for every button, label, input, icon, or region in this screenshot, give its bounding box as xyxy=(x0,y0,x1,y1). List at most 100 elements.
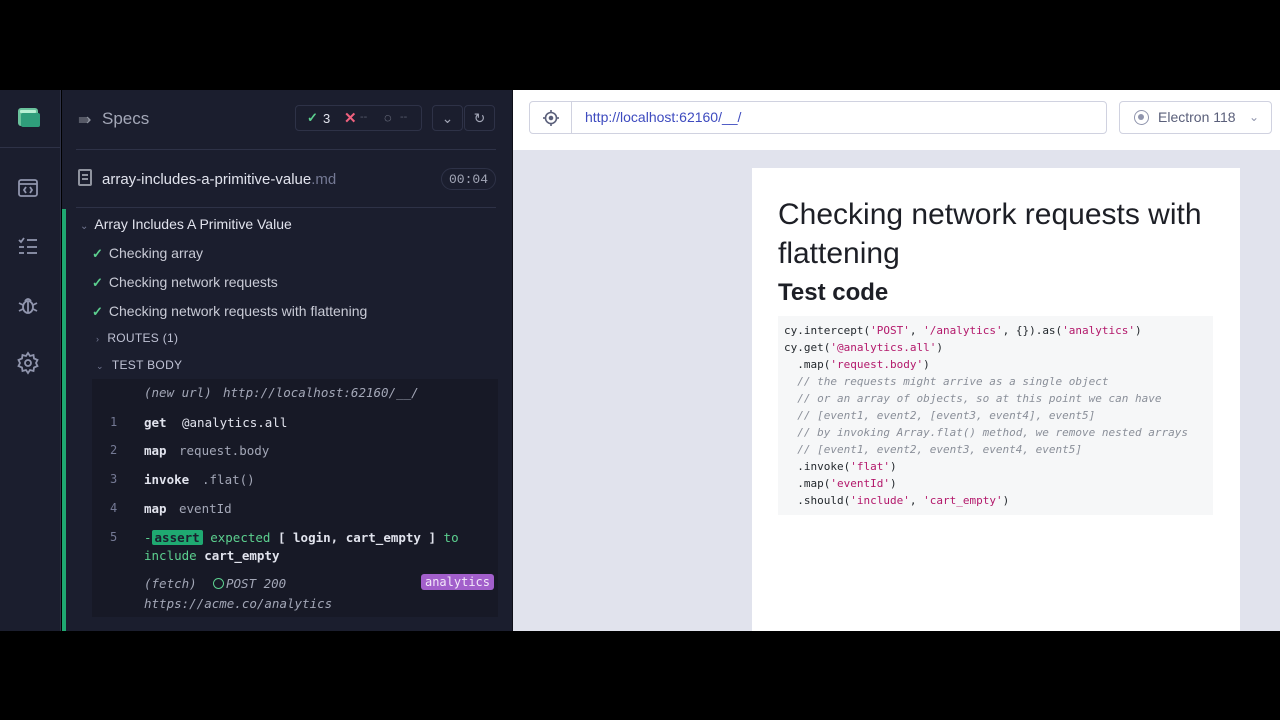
side-nav xyxy=(0,90,61,631)
code-token: , xyxy=(909,494,924,507)
test-item[interactable]: ✓ Checking network requests with flatteni… xyxy=(92,303,367,320)
code-string: 'include' xyxy=(850,494,910,507)
aut-url[interactable]: http://localhost:62160/__/ xyxy=(571,101,1107,134)
code-line: // [event1, event2, [event3, event4], ev… xyxy=(784,407,1207,424)
specs-nav-icon[interactable] xyxy=(16,176,40,200)
chevron-down-icon: ⌄ xyxy=(441,110,454,126)
code-block: cy.intercept('POST', '/analytics', {}).a… xyxy=(778,316,1213,515)
code-string: 'analytics' xyxy=(1062,324,1136,337)
runs-nav-icon[interactable] xyxy=(16,234,40,258)
assert-prefix: - xyxy=(144,530,152,545)
browser-label: Electron 118 xyxy=(1158,109,1236,125)
code-line: cy.get('@analytics.all') xyxy=(784,339,1207,356)
assert-include-word: include xyxy=(144,548,197,563)
test-body-toggle[interactable]: ⌄ TEST BODY xyxy=(96,358,182,372)
command-name: get xyxy=(144,415,167,430)
specs-toggle-icon[interactable]: ⇛ xyxy=(78,110,91,130)
code-string: 'cart_empty' xyxy=(923,494,1003,507)
status-circle-icon xyxy=(213,578,224,589)
assertion-message: - assert expected [ login, cart_empty ] t… xyxy=(144,529,484,565)
debug-nav-icon[interactable] xyxy=(16,293,40,317)
assert-to-word: to xyxy=(443,530,459,545)
code-line: .map('eventId') xyxy=(784,475,1207,492)
code-string: 'flat' xyxy=(850,460,890,473)
document-icon xyxy=(78,169,92,186)
chevron-down-icon: ⌄ xyxy=(80,221,89,232)
refresh-icon: ↻ xyxy=(473,110,486,126)
browser-select[interactable]: Electron 118 ⌄ xyxy=(1119,101,1272,134)
test-item[interactable]: ✓ Checking array xyxy=(92,245,203,262)
code-string: 'POST' xyxy=(870,324,910,337)
suite-title[interactable]: ⌄ Array Includes A Primitive Value xyxy=(80,216,292,232)
code-comment: // [event1, event2, [event3, event4], ev… xyxy=(797,409,1096,422)
electron-icon xyxy=(1134,110,1149,125)
code-line: // by invoking Array.flat() method, we r… xyxy=(784,424,1207,441)
test-title: Checking array xyxy=(108,245,204,261)
runnables-list: ⌄ Array Includes A Primitive Value ✓ Check… xyxy=(62,209,512,631)
new-url-value: http://localhost:62160/__/ xyxy=(223,385,419,400)
failed-x-icon: ✕ xyxy=(344,110,357,127)
expand-collapse-button[interactable]: ⌄ xyxy=(432,105,463,131)
command-name: map xyxy=(144,443,167,458)
reporter-header: ⇛ Specs ✓ 3 ✕ -- ◌ -- ⌄ ↻ xyxy=(76,90,496,150)
test-stats: ✓ 3 ✕ -- ◌ -- xyxy=(295,105,422,131)
code-string: '@analytics.all' xyxy=(830,341,937,354)
passed-check-icon: ✓ xyxy=(92,246,103,261)
command-number: 1 xyxy=(110,415,118,429)
logo-box xyxy=(0,90,61,148)
file-basename: array-includes-a-primitive-value xyxy=(102,171,312,188)
rerun-button[interactable]: ↻ xyxy=(464,105,495,131)
failed-count: -- xyxy=(360,111,368,123)
code-token: ) xyxy=(889,477,897,490)
cypress-app: ⇛ Specs ✓ 3 ✕ -- ◌ -- ⌄ ↻ array-includes… xyxy=(0,90,1280,631)
code-line: cy.intercept('POST', '/analytics', {}).a… xyxy=(784,322,1207,339)
file-extension: .md xyxy=(311,171,337,188)
cypress-logo-icon[interactable] xyxy=(18,108,40,127)
code-token: ) xyxy=(889,460,897,473)
code-token: ) xyxy=(1002,494,1010,507)
page-title: Checking network requests with flattenin… xyxy=(778,198,1202,270)
code-token: .should( xyxy=(784,494,851,507)
settings-gear-icon[interactable] xyxy=(16,351,40,375)
chevron-down-icon: ⌄ xyxy=(96,361,104,371)
command-message: request.body xyxy=(179,443,270,458)
aut-viewport: Checking network requests with flattenin… xyxy=(752,168,1240,631)
code-line: // [event1, event2, event3, event4, even… xyxy=(784,441,1207,458)
code-token: .map( xyxy=(784,358,831,371)
run-duration: 00:04 xyxy=(440,168,496,190)
alias-badge[interactable]: analytics xyxy=(420,574,494,590)
code-comment: // [event1, event2, event3, event4, even… xyxy=(797,443,1083,456)
code-token: , xyxy=(909,324,924,337)
code-line: .invoke('flat') xyxy=(784,458,1207,475)
passed-check-icon: ✓ xyxy=(92,304,103,319)
routes-toggle[interactable]: › ROUTES (1) xyxy=(96,331,178,345)
code-string: 'eventId' xyxy=(830,477,890,490)
spec-file-name[interactable]: array-includes-a-primitive-value.md xyxy=(102,171,336,188)
code-comment: // the requests might arrive as a single… xyxy=(797,375,1109,388)
command-number: 3 xyxy=(110,472,118,486)
code-token: ) xyxy=(1135,324,1142,337)
code-string: '/analytics' xyxy=(923,324,1003,337)
assert-expected-word: expected xyxy=(210,530,271,545)
spec-file-row[interactable]: array-includes-a-primitive-value.md 00:0… xyxy=(76,151,496,208)
command-message: @analytics.all xyxy=(182,415,288,430)
selector-playground-button[interactable] xyxy=(529,101,572,134)
test-item[interactable]: ✓ Checking network requests xyxy=(92,274,278,291)
routes-label: ROUTES (1) xyxy=(107,331,179,345)
code-token: .invoke( xyxy=(784,460,851,473)
command-name: map xyxy=(144,501,167,516)
command-number: 4 xyxy=(110,501,118,515)
fetch-label: (fetch) xyxy=(144,576,197,591)
command-message: eventId xyxy=(179,501,232,516)
new-url-label: (new url) xyxy=(144,385,212,400)
specs-label[interactable]: Specs xyxy=(102,109,149,129)
command-name: invoke xyxy=(144,472,190,487)
code-line: .map('request.body') xyxy=(784,356,1207,373)
passed-check-icon: ✓ xyxy=(92,275,103,290)
assert-target: cart_empty xyxy=(204,548,280,563)
code-token: .map( xyxy=(784,477,831,490)
